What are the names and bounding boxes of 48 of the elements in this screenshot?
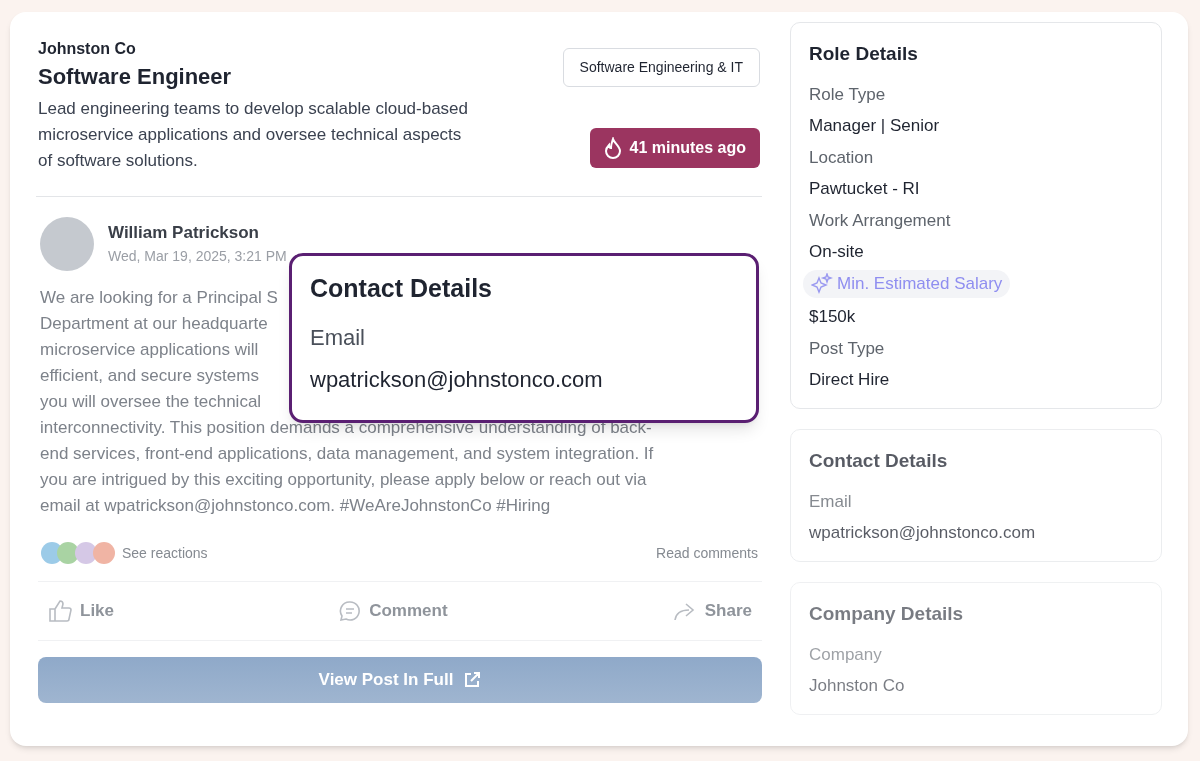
posted-time-badge: 41 minutes ago — [589, 128, 760, 168]
card-title: Contact Details — [809, 449, 949, 473]
popup-email: wpatrickson@johnstonco.com — [310, 366, 604, 394]
job-title: Software Engineer — [38, 63, 233, 91]
field-label: Role Type — [809, 84, 887, 106]
field-label: Location — [809, 147, 875, 169]
post-text-line: microservice applications will — [40, 339, 259, 361]
external-link-icon — [463, 671, 482, 689]
view-post-button[interactable]: View Post In Full — [38, 657, 762, 703]
post-text-line: Department at our headquarte — [40, 313, 268, 335]
share-button[interactable]: Share — [672, 598, 752, 624]
avatar — [40, 217, 94, 271]
comment-button[interactable]: Comment — [339, 598, 448, 624]
post-date: Wed, Mar 19, 2025, 3:21 PM — [108, 247, 287, 266]
flame-icon — [603, 137, 622, 159]
field-value: wpatrickson@johnstonco.com — [809, 522, 1037, 544]
field-value: Manager | Senior — [809, 115, 941, 137]
field-value: $150k — [809, 306, 857, 328]
field-value: On-site — [809, 241, 865, 263]
popup-label: Email — [310, 324, 366, 352]
company-name: Johnston Co — [38, 39, 137, 59]
sparkle-icon — [811, 273, 833, 295]
field-value: Pawtucket - RI — [809, 178, 921, 200]
post-text-line: efficient, and secure systems — [40, 365, 259, 387]
post-text-line: end services, front-end applications, data management, and system integration. If — [40, 443, 654, 465]
post-text-line: email at wpatrickson@johnstonco.com. #WeAreJohnstonCo #Hiring — [40, 495, 551, 517]
field-value: Johnston Co — [809, 675, 906, 697]
post-text-line: you will oversee the technical — [40, 391, 262, 413]
job-description: Lead engineering teams to develop scalable cloud-based microservice applications and oversee technical aspects of software solutions. — [38, 98, 470, 172]
see-reactions-link[interactable]: See reactions — [122, 542, 208, 564]
popup-title: Contact Details — [310, 273, 493, 304]
thumbs-up-icon — [48, 600, 72, 622]
speech-bubble-icon — [339, 600, 362, 622]
salary-label-chip: Min. Estimated Salary — [803, 270, 1011, 298]
field-label: Work Arrangement — [809, 210, 952, 232]
like-button[interactable]: Like — [48, 598, 115, 624]
card-title: Company Details — [809, 602, 965, 626]
category-tag: Software Engineering & IT — [562, 48, 760, 87]
read-comments-link[interactable]: Read comments — [656, 542, 758, 564]
field-label: Email — [809, 491, 853, 513]
field-label: Post Type — [809, 338, 886, 360]
field-label: Company — [809, 644, 883, 666]
card-title: Role Details — [809, 42, 919, 66]
post-text-line: you are intrigued by this exciting opportunity, please apply below or reach out via — [40, 469, 647, 491]
field-value: Direct Hire — [809, 369, 891, 391]
author-name: William Patrickson — [108, 222, 260, 244]
share-arrow-icon — [672, 601, 697, 621]
post-text-line: We are looking for a Principal S — [40, 287, 278, 309]
